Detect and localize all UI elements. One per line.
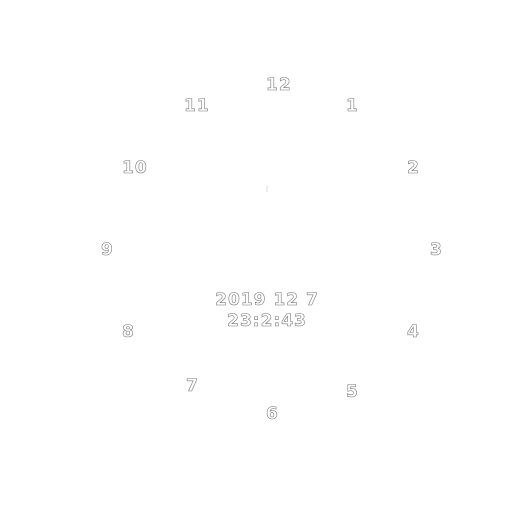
digital-date: 2019 12 7 xyxy=(215,290,319,310)
analog-clock-face: 12 1 2 3 4 5 6 7 8 9 10 11 2019 12 7 23:… xyxy=(0,0,525,508)
clock-numeral-11: 11 xyxy=(184,96,210,116)
clock-numeral-2: 2 xyxy=(407,158,420,178)
digital-time: 23:2:43 xyxy=(227,311,307,331)
clock-numeral-7: 7 xyxy=(186,376,199,396)
clock-center-mark xyxy=(266,186,268,192)
clock-numeral-5: 5 xyxy=(346,382,359,402)
clock-numeral-4: 4 xyxy=(407,322,420,342)
clock-numeral-10: 10 xyxy=(122,158,148,178)
clock-numeral-8: 8 xyxy=(122,322,135,342)
clock-numeral-3: 3 xyxy=(430,240,443,260)
clock-numeral-6: 6 xyxy=(266,404,279,424)
clock-numeral-12: 12 xyxy=(266,75,292,95)
clock-numeral-9: 9 xyxy=(101,240,114,260)
clock-numeral-1: 1 xyxy=(346,96,359,116)
